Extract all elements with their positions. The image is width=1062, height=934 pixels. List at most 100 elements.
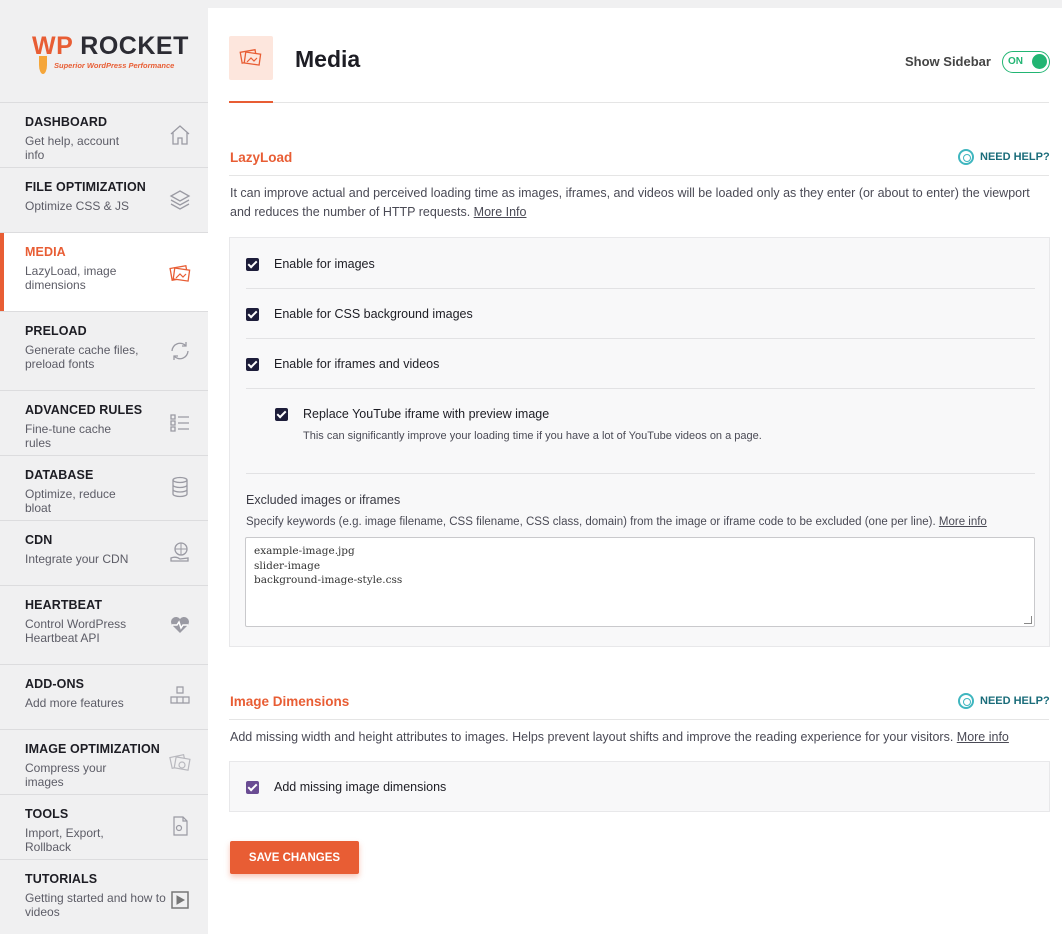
sidebar-item-sub: LazyLoad, image dimensions: [25, 264, 117, 292]
need-help-label: NEED HELP?: [980, 695, 1050, 707]
sidebar-item-title: ADD-ONS: [25, 677, 85, 691]
play-icon: [171, 891, 189, 909]
globe-hand-icon: [170, 542, 189, 562]
enable-css-bg-option[interactable]: Enable for CSS background images: [246, 307, 473, 321]
dimensions-options-panel: Add missing image dimensions: [229, 761, 1050, 812]
logo-rocket: ROCKET: [80, 32, 189, 60]
sidebar-item-sub: Generate cache files, preload fonts: [25, 343, 139, 371]
sidebar-item-media[interactable]: MEDIA LazyLoad, image dimensions: [0, 233, 208, 312]
option-divider: [246, 473, 1035, 474]
sidebar-item-sub: Fine-tune cache rules: [25, 422, 112, 450]
sidebar-item-title: HEARTBEAT: [25, 598, 103, 612]
show-sidebar-toggle[interactable]: ON: [1002, 51, 1050, 73]
database-icon: [172, 476, 188, 498]
enable-iframes-option[interactable]: Enable for iframes and videos: [246, 357, 439, 371]
sidebar-item-tools[interactable]: TOOLS Import, Export, Rollback: [0, 795, 208, 860]
sidebar-item-sub: Optimize, reduce bloat: [25, 487, 116, 515]
toggle-state-label: ON: [1008, 56, 1023, 67]
lazyload-divider: [229, 175, 1049, 176]
sidebar-item-database[interactable]: DATABASE Optimize, reduce bloat: [0, 456, 208, 521]
textarea-line: example-image.jpg: [254, 545, 355, 557]
sidebar-item-preload[interactable]: PRELOAD Generate cache files, preload fo…: [0, 312, 208, 391]
sidebar: WP ROCKET Superior WordPress Performance…: [0, 0, 208, 934]
sidebar-item-sub: Compress your images: [25, 761, 107, 789]
add-dimensions-label: Add missing image dimensions: [274, 780, 447, 794]
header-divider: [229, 102, 1049, 103]
cubes-icon: [170, 686, 190, 704]
logo-tagline: Superior WordPress Performance: [54, 61, 175, 70]
sidebar-item-heartbeat[interactable]: HEARTBEAT Control WordPress Heartbeat AP…: [0, 586, 208, 665]
add-dimensions-option[interactable]: Add missing image dimensions: [246, 780, 446, 794]
sidebar-item-sub: Getting started and how to videos: [25, 891, 166, 919]
sidebar-item-sub: Integrate your CDN: [25, 552, 129, 566]
layers-icon: [169, 190, 191, 210]
sidebar-item-file-optimization[interactable]: FILE OPTIMIZATION Optimize CSS & JS: [0, 168, 208, 233]
heartbeat-icon: [171, 617, 189, 633]
sidebar-item-title: PRELOAD: [25, 324, 87, 338]
image-compress-icon: [169, 753, 191, 771]
dimensions-description-text: Add missing width and height attributes …: [230, 730, 954, 744]
save-changes-button[interactable]: SAVE CHANGES: [230, 841, 359, 874]
lazyload-options-panel: Enable for images Enable for CSS backgro…: [229, 237, 1050, 647]
excluded-description-text: Specify keywords (e.g. image filename, C…: [246, 516, 936, 528]
media-header-icon: [229, 36, 273, 80]
sidebar-item-image-optimization[interactable]: IMAGE OPTIMIZATION Compress your images: [0, 730, 208, 795]
toggle-knob: [1032, 54, 1047, 69]
sidebar-item-title: TUTORIALS: [25, 872, 98, 886]
tools-file-icon: [173, 816, 188, 836]
need-help-label: NEED HELP?: [980, 151, 1050, 163]
sidebar-item-sub: Add more features: [25, 696, 124, 710]
checklist-icon: [170, 414, 189, 432]
sidebar-item-tutorials[interactable]: TUTORIALS Getting started and how to vid…: [0, 860, 208, 934]
youtube-preview-option[interactable]: Replace YouTube iframe with preview imag…: [275, 407, 549, 421]
sidebar-item-title: FILE OPTIMIZATION: [25, 180, 146, 194]
sidebar-item-cdn[interactable]: CDN Integrate your CDN: [0, 521, 208, 586]
show-sidebar-label: Show Sidebar: [905, 54, 991, 69]
sidebar-item-title: IMAGE OPTIMIZATION: [25, 742, 160, 756]
excluded-description: Specify keywords (e.g. image filename, C…: [246, 516, 987, 528]
enable-images-option[interactable]: Enable for images: [246, 257, 375, 271]
sidebar-item-sub: Import, Export, Rollback: [25, 826, 104, 854]
lazyload-need-help-link[interactable]: NEED HELP?: [958, 149, 1050, 165]
dimensions-section-title: Image Dimensions: [230, 694, 350, 709]
sidebar-item-sub: Get help, account info: [25, 134, 120, 162]
sidebar-item-title: ADVANCED RULES: [25, 403, 143, 417]
youtube-preview-checkbox[interactable]: [275, 407, 288, 421]
sidebar-item-title: TOOLS: [25, 807, 69, 821]
sidebar-item-advanced-rules[interactable]: ADVANCED RULES Fine-tune cache rules: [0, 391, 208, 456]
dimensions-divider: [229, 719, 1049, 720]
excluded-more-info-link[interactable]: More info: [939, 516, 987, 528]
add-dimensions-checkbox[interactable]: [246, 780, 259, 794]
refresh-icon: [171, 342, 189, 360]
option-divider: [246, 288, 1035, 289]
youtube-preview-label: Replace YouTube iframe with preview imag…: [303, 407, 550, 421]
enable-css-bg-label: Enable for CSS background images: [274, 307, 473, 321]
dimensions-need-help-link[interactable]: NEED HELP?: [958, 693, 1050, 709]
sidebar-item-title: MEDIA: [25, 245, 66, 259]
option-divider: [246, 388, 1035, 389]
dimensions-description: Add missing width and height attributes …: [230, 728, 1045, 747]
youtube-preview-description: This can significantly improve your load…: [303, 430, 762, 442]
images-icon: [169, 264, 191, 282]
enable-css-bg-checkbox[interactable]: [246, 307, 259, 321]
resize-grip-icon[interactable]: [1024, 616, 1032, 624]
textarea-line: slider-image: [254, 559, 321, 572]
sidebar-item-add-ons[interactable]: ADD-ONS Add more features: [0, 665, 208, 730]
excluded-textarea[interactable]: example-image.jpg slider-image backgroun…: [245, 537, 1035, 627]
dimensions-more-info-link[interactable]: More info: [957, 730, 1009, 744]
sidebar-item-dashboard[interactable]: DASHBOARD Get help, account info: [0, 103, 208, 168]
main-content: Media Show Sidebar ON LazyLoad NEED HELP…: [208, 8, 1062, 934]
sidebar-item-sub: Optimize CSS & JS: [25, 199, 130, 213]
textarea-line: background-image-style.css: [254, 574, 403, 586]
lazyload-description-text: It can improve actual and perceived load…: [230, 186, 1030, 219]
sidebar-item-title: DASHBOARD: [25, 115, 108, 129]
rocket-flame-icon: [39, 56, 47, 74]
enable-images-label: Enable for images: [274, 257, 375, 271]
lazyload-more-info-link[interactable]: More Info: [474, 205, 527, 219]
option-divider: [246, 338, 1035, 339]
enable-iframes-checkbox[interactable]: [246, 357, 259, 371]
enable-images-checkbox[interactable]: [246, 257, 259, 271]
lazyload-section-title: LazyLoad: [230, 150, 293, 165]
wp-rocket-logo[interactable]: WP ROCKET Superior WordPress Performance: [0, 0, 208, 103]
excluded-label: Excluded images or iframes: [246, 493, 401, 507]
